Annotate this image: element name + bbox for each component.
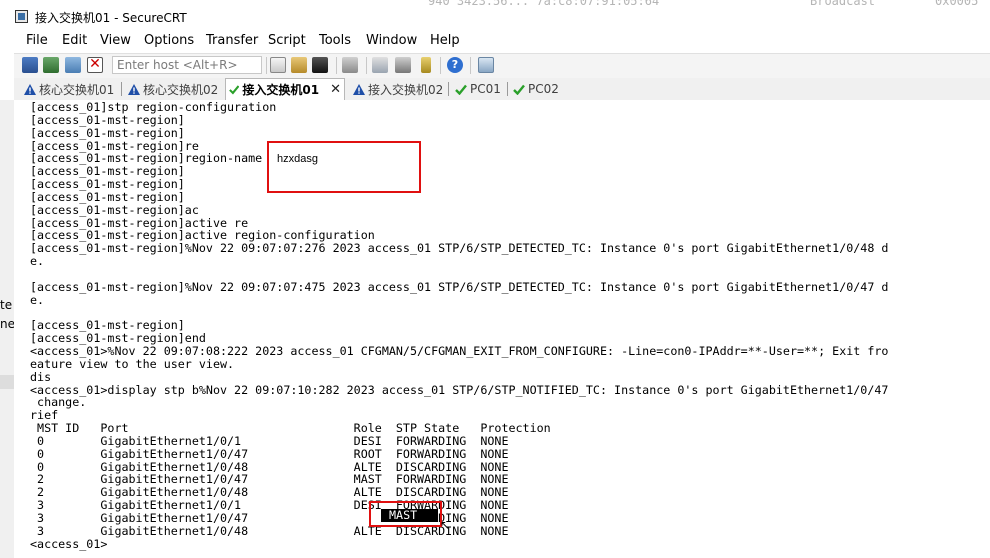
tab-access-switch-01[interactable]: 接入交换机01 ✕ bbox=[225, 78, 345, 100]
menu-script[interactable]: Script bbox=[268, 33, 306, 48]
terminal-line: 3 GigabitEthernet1/0/47 FORWARDING NONE bbox=[30, 511, 509, 525]
reconnect-icon[interactable] bbox=[65, 57, 81, 73]
terminal-lines: [access_01]stp region-configuration [acce… bbox=[30, 101, 888, 551]
menu-options[interactable]: Options bbox=[144, 33, 194, 48]
terminal-line: [access_01]stp region-configuration bbox=[30, 100, 277, 114]
close-tab-icon[interactable]: ✕ bbox=[330, 82, 341, 97]
connected-check-icon bbox=[455, 84, 467, 95]
menu-file[interactable]: File bbox=[26, 33, 48, 48]
mouse-cursor-icon: ↖ bbox=[440, 518, 451, 532]
terminal-line: [access_01-mst-region] bbox=[30, 125, 185, 140]
global-options-icon[interactable] bbox=[395, 57, 411, 73]
connect-icon[interactable] bbox=[22, 57, 38, 73]
background-window-text-1: 940 3423.56... 7a:c8:07:91:05:64 bbox=[428, 0, 660, 8]
terminal-line: [access_01-mst-region]ac bbox=[30, 202, 199, 217]
connected-check-icon bbox=[229, 85, 240, 95]
gutter-block bbox=[0, 375, 14, 389]
tab-label: 接入交换机02 bbox=[368, 82, 444, 97]
find-icon[interactable] bbox=[312, 57, 328, 73]
terminal-line: [access_01-mst-region] bbox=[30, 189, 185, 204]
terminal-line: change. bbox=[30, 395, 87, 410]
tab-separator bbox=[121, 82, 122, 96]
paste-icon[interactable] bbox=[291, 57, 307, 73]
securecrt-app-icon[interactable] bbox=[15, 10, 28, 23]
toolbar-separator bbox=[366, 57, 367, 74]
menu-tools[interactable]: Tools bbox=[319, 33, 351, 48]
window-title: 接入交换机01 - SecureCRT bbox=[35, 11, 187, 25]
connected-check-icon bbox=[513, 84, 525, 95]
enter-host-input[interactable] bbox=[112, 56, 262, 74]
terminal-line: 3 GigabitEthernet1/0/48 ALTE DISCARDING … bbox=[30, 523, 509, 538]
annotation-box-mast bbox=[369, 501, 442, 527]
help-icon[interactable]: ? bbox=[447, 57, 463, 73]
menu-edit[interactable]: Edit bbox=[62, 33, 87, 48]
tab-core-switch-01[interactable]: 核心交换机01 bbox=[21, 79, 117, 99]
menu-help[interactable]: Help bbox=[430, 33, 460, 48]
terminal-line: [access_01-mst-region]%Nov 22 09:07:07:2… bbox=[30, 241, 889, 256]
warning-icon bbox=[24, 83, 36, 95]
session-options-icon[interactable] bbox=[372, 57, 388, 73]
terminal-line: 0 GigabitEthernet1/0/47 ROOT FORWARDING … bbox=[30, 446, 509, 461]
warning-icon bbox=[128, 83, 140, 95]
terminal-line: e. bbox=[30, 292, 45, 307]
toolbar: ✕ ? bbox=[14, 53, 990, 79]
toolbar-separator bbox=[336, 57, 337, 74]
menu-bar: File Edit View Options Transfer Script T… bbox=[14, 31, 990, 53]
terminal-output[interactable]: [access_01]stp region-configuration [acce… bbox=[14, 100, 990, 558]
tab-label: PC01 bbox=[470, 82, 501, 96]
terminal-line: e. bbox=[30, 254, 45, 269]
tab-separator bbox=[448, 82, 449, 96]
terminal-line: [access_01-mst-region]%Nov 22 09:07:07:4… bbox=[30, 279, 889, 294]
toolbar-separator bbox=[470, 57, 471, 74]
tab-label: 接入交换机01 bbox=[242, 83, 320, 97]
toolbar-separator bbox=[440, 57, 441, 74]
terminal-line: dis bbox=[30, 369, 52, 384]
gutter-text: ne bbox=[0, 317, 15, 331]
disconnect-icon[interactable]: ✕ bbox=[87, 57, 103, 73]
toolbar-separator bbox=[266, 57, 267, 74]
terminal-line: <access_01> bbox=[30, 536, 108, 551]
menu-transfer[interactable]: Transfer bbox=[206, 33, 258, 48]
background-window-text-2: Broadcast bbox=[810, 0, 876, 8]
tab-label: 核心交换机01 bbox=[39, 82, 115, 97]
left-background-window-edge: te ne bbox=[0, 100, 15, 558]
gutter-text: te bbox=[0, 298, 13, 312]
session-tab-bar: 核心交换机01 核心交换机02 接入交换机01 ✕ 接入交换机02 PC01 P… bbox=[14, 78, 990, 101]
terminal-line: [access_01-mst-region] bbox=[30, 177, 185, 192]
sftp-icon[interactable] bbox=[478, 57, 494, 73]
title-bar: 接入交换机01 - SecureCRT 940 3423.56... 7a:c8… bbox=[0, 0, 990, 31]
terminal-line: <access_01>display stp b%Nov 22 09:07:10… bbox=[30, 382, 889, 397]
tab-separator bbox=[507, 82, 508, 96]
terminal-line: MST ID Port Role STP State Protection bbox=[30, 421, 551, 436]
terminal-line: eature view to the user view. bbox=[30, 356, 235, 371]
terminal-line: 0 GigabitEthernet1/0/1 DESI FORWARDING N… bbox=[30, 433, 509, 448]
tab-access-switch-02[interactable]: 接入交换机02 bbox=[350, 79, 446, 99]
terminal-line: <access_01>%Nov 22 09:07:08:222 2023 acc… bbox=[30, 344, 889, 359]
tab-core-switch-02[interactable]: 核心交换机02 bbox=[125, 79, 221, 99]
tab-pc01[interactable]: PC01 bbox=[452, 79, 504, 99]
background-window-text-3: 0x0005 bbox=[935, 0, 979, 8]
tab-pc02[interactable]: PC02 bbox=[510, 79, 562, 99]
tab-label: 核心交换机02 bbox=[143, 82, 219, 97]
copy-icon[interactable] bbox=[270, 57, 286, 73]
menu-window[interactable]: Window bbox=[366, 33, 417, 48]
tab-label: PC02 bbox=[528, 82, 559, 96]
keymap-icon[interactable] bbox=[421, 57, 431, 73]
warning-icon bbox=[353, 83, 365, 95]
terminal-line: [access_01-mst-region] bbox=[30, 112, 185, 127]
print-icon[interactable] bbox=[342, 57, 358, 73]
quick-connect-icon[interactable] bbox=[43, 57, 59, 73]
menu-view[interactable]: View bbox=[100, 33, 131, 48]
annotation-box-region-name bbox=[267, 141, 421, 193]
